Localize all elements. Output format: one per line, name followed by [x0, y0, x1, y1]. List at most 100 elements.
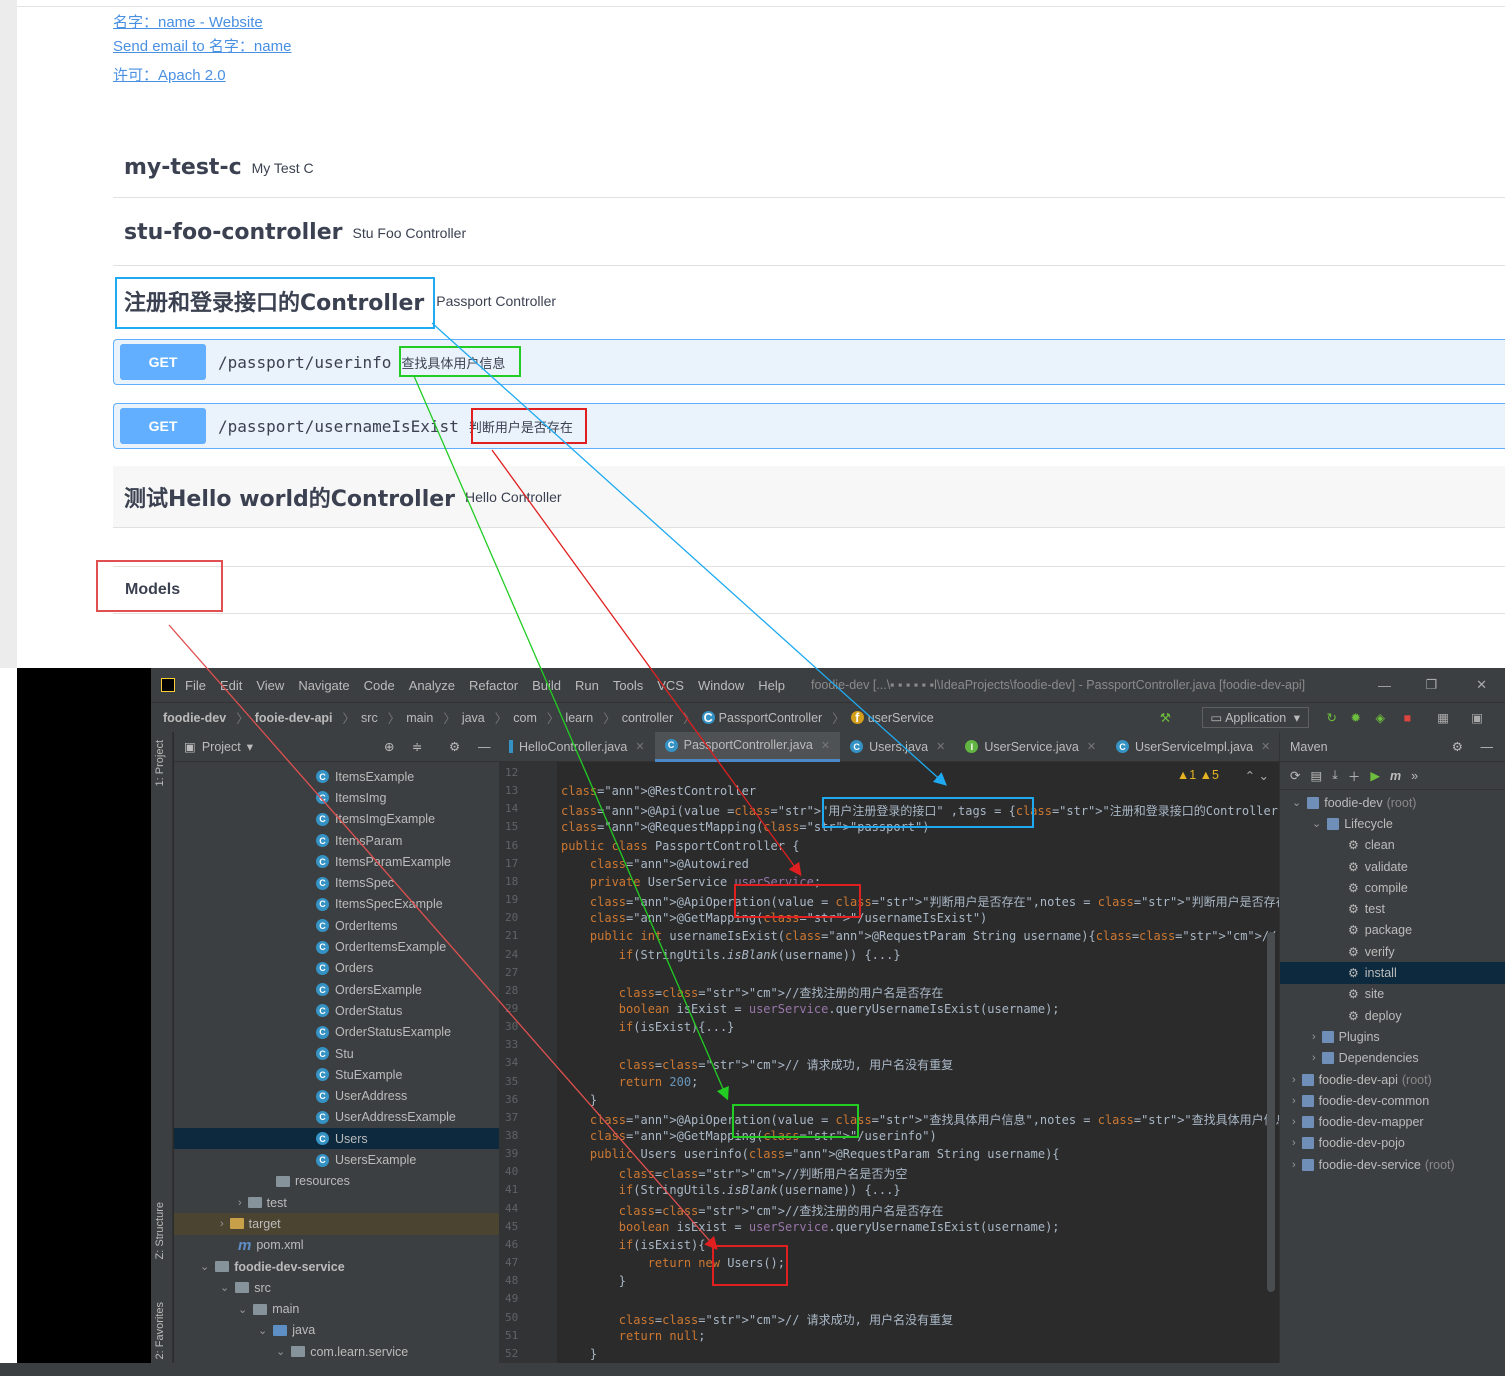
menu-window[interactable]: Window	[698, 678, 744, 693]
code-line[interactable]: class="ann">@Api(value =class="str">"用户注…	[561, 802, 1300, 819]
breadcrumb-field[interactable]: userService	[868, 711, 934, 725]
code-line[interactable]: class="ann">@Autowired	[561, 857, 749, 871]
project-tool-tab[interactable]: 1: Project	[154, 740, 166, 786]
chevron-right-icon[interactable]: ›	[1292, 1116, 1296, 1128]
code-line[interactable]: return new Users();	[561, 1256, 785, 1270]
gear-icon[interactable]: ⚙	[1452, 739, 1463, 754]
code-line[interactable]: class=class="str">"cm">//查找注册的用户名是否存在	[561, 984, 944, 1001]
code-line[interactable]: boolean isExist = userService.queryUsern…	[561, 1002, 1060, 1016]
tree-item[interactable]: C UserAddress	[174, 1086, 499, 1107]
breadcrumb-controller[interactable]: controller	[622, 711, 673, 725]
menu-tools[interactable]: Tools	[613, 678, 643, 693]
maven-tree-item[interactable]: ⌄ Lifecycle	[1280, 813, 1505, 834]
inspection-nav-icon[interactable]: ⌃ ⌄	[1245, 768, 1269, 783]
chevron-down-icon[interactable]: ⌄	[238, 1303, 247, 1316]
breadcrumb-module[interactable]: fooie-dev-api	[255, 711, 333, 725]
breadcrumb-java[interactable]: java	[462, 711, 485, 725]
code-line[interactable]: if(isExist){...}	[561, 1020, 735, 1034]
run-icon[interactable]: ▶	[1370, 768, 1380, 783]
license-link[interactable]: 许可：Apach 2.0	[113, 64, 226, 85]
generate-sources-icon[interactable]: ▤	[1310, 768, 1322, 783]
maven-tree-item[interactable]: ⚙ deploy	[1280, 1005, 1505, 1026]
restore-icon[interactable]: ❐	[1425, 677, 1437, 693]
tab-user-service-impl[interactable]: C UserServiceImpl.java ✕	[1106, 732, 1280, 762]
tree-item[interactable]: C ItemsParam	[174, 830, 499, 851]
code-line[interactable]: class=class="str">"cm">//判断用户名是否为空	[561, 1165, 908, 1182]
breadcrumb-main[interactable]: main	[406, 711, 433, 725]
gear-icon[interactable]: ⚙	[449, 739, 460, 754]
operation-get-username-is-exist[interactable]: GET /passport/usernameIsExist 判断用户是否存在	[113, 403, 1505, 449]
menu-navigate[interactable]: Navigate	[298, 678, 349, 693]
more-icon[interactable]: »	[1411, 769, 1418, 783]
code-line[interactable]: return 200;	[561, 1075, 699, 1089]
code-line[interactable]: class="ann">@GetMapping(class="str">"/us…	[561, 911, 987, 925]
maven-tree-item[interactable]: ⌄ foodie-dev (root)	[1280, 792, 1505, 813]
tree-item[interactable]: › test	[174, 1192, 499, 1213]
code-line[interactable]: class=class="str">"cm">// 请求成功, 用户名没有重复	[561, 1311, 953, 1328]
code-line[interactable]: class="ann">@RequestMapping(class="str">…	[561, 820, 929, 834]
maven-tree-item[interactable]: › foodie-dev-pojo	[1280, 1133, 1505, 1154]
minimize-icon[interactable]: —	[1378, 678, 1391, 693]
tag-stu-foo-controller[interactable]: stu-foo-controller Stu Foo Controller	[113, 200, 1505, 266]
close-tab-icon[interactable]: ✕	[936, 740, 945, 753]
menu-run[interactable]: Run	[575, 678, 599, 693]
tag-passport-controller[interactable]: 注册和登录接口的Controller Passport Controller	[113, 268, 1505, 334]
code-line[interactable]: public class PassportController {	[561, 839, 799, 853]
code-line[interactable]: class="ann">@GetMapping(class="str">"/us…	[561, 1129, 937, 1143]
code-line[interactable]: public Users userinfo(class="ann">@Reque…	[561, 1147, 1060, 1161]
chevron-down-icon[interactable]: ⌄	[1312, 817, 1321, 830]
inspection-status[interactable]: ▲1 ▲5	[1177, 768, 1219, 782]
code-line[interactable]: class=class="str">"cm">//查找注册的用户名是否存在	[561, 1202, 944, 1219]
tree-item[interactable]: C UsersExample	[174, 1149, 499, 1170]
close-tab-icon[interactable]: ✕	[821, 739, 830, 752]
code-line[interactable]: class="ann">@ApiOperation(value = class=…	[561, 893, 1338, 910]
tree-item[interactable]: C OrderStatusExample	[174, 1022, 499, 1043]
code-line[interactable]: if(isExist){	[561, 1238, 706, 1252]
chevron-down-icon[interactable]: ⌄	[258, 1324, 267, 1337]
code-line[interactable]: }	[561, 1274, 626, 1288]
code-line[interactable]: if(StringUtils.isBlank(username)) {...}	[561, 948, 901, 962]
models-section[interactable]: Models	[113, 566, 1505, 614]
tree-item[interactable]: C Users	[174, 1128, 499, 1150]
dropdown-icon[interactable]: ▾	[247, 739, 253, 754]
coverage-icon[interactable]: ◈	[1375, 710, 1385, 725]
code-line[interactable]: }	[561, 1093, 597, 1107]
maven-tree-item[interactable]: ⚙ verify	[1280, 941, 1505, 962]
contact-email-link[interactable]: Send email to 名字：name	[113, 35, 291, 56]
maven-tree-item[interactable]: › foodie-dev-api (root)	[1280, 1069, 1505, 1090]
chevron-down-icon[interactable]: ⌄	[200, 1260, 209, 1273]
chevron-right-icon[interactable]: ›	[1292, 1137, 1296, 1149]
close-tab-icon[interactable]: ✕	[1261, 740, 1270, 753]
menu-code[interactable]: Code	[364, 678, 395, 693]
run-config-select[interactable]: ▭ Application ▾	[1201, 707, 1309, 728]
maven-tree-item[interactable]: ⚙ package	[1280, 920, 1505, 941]
code-line[interactable]: class="ann">@ApiOperation(value = class=…	[561, 1111, 1338, 1128]
tab-passport-controller[interactable]: C PassportController.java ✕	[654, 731, 841, 762]
operation-get-userinfo[interactable]: GET /passport/userinfo 查找具体用户信息	[113, 339, 1505, 385]
menu-edit[interactable]: Edit	[220, 678, 242, 693]
tree-item[interactable]: C UserAddressExample	[174, 1107, 499, 1128]
collapse-icon[interactable]: ≑	[412, 739, 422, 754]
chevron-right-icon[interactable]: ›	[1292, 1159, 1296, 1171]
favorites-tool-tab[interactable]: 2: Favorites	[154, 1302, 166, 1359]
code-line[interactable]: return null;	[561, 1329, 706, 1343]
menu-help[interactable]: Help	[758, 678, 785, 693]
code-line[interactable]: }	[561, 1347, 597, 1361]
close-tab-icon[interactable]: ✕	[635, 740, 644, 753]
chevron-down-icon[interactable]: ⌄	[220, 1281, 229, 1294]
breadcrumb-learn[interactable]: learn	[565, 711, 593, 725]
maven-tree-item[interactable]: ⚙ compile	[1280, 877, 1505, 898]
maven-tree-item[interactable]: ⚙ validate	[1280, 856, 1505, 877]
code-line[interactable]: class="ann">@RestController	[561, 784, 756, 798]
contact-website-link[interactable]: 名字：name - Website	[113, 11, 263, 32]
tree-item[interactable]: resources	[174, 1171, 499, 1192]
tree-item[interactable]: C StuExample	[174, 1064, 499, 1085]
code-line[interactable]: boolean isExist = userService.queryUsern…	[561, 1220, 1060, 1234]
maven-tree-item[interactable]: › Plugins	[1280, 1026, 1505, 1047]
menu-file[interactable]: File	[185, 678, 206, 693]
reload-icon[interactable]: ⟳	[1290, 768, 1300, 783]
menu-vcs[interactable]: VCS	[657, 678, 684, 693]
tree-item[interactable]: C Stu	[174, 1043, 499, 1064]
tree-item[interactable]: C OrderItemsExample	[174, 936, 499, 957]
debug-icon[interactable]: ✹	[1351, 710, 1361, 725]
